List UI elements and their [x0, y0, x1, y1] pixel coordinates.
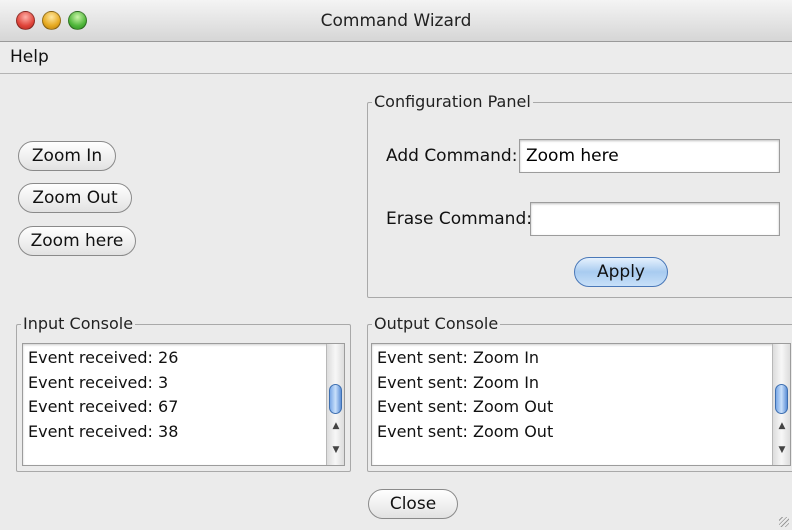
input-console-lines: Event received: 26 Event received: 3 Eve…	[28, 346, 178, 444]
scroll-up-arrow-icon[interactable]: ▲	[776, 421, 788, 431]
add-command-field[interactable]	[519, 139, 780, 173]
input-console-scrollbar[interactable]: ▲ ▼	[326, 344, 344, 465]
erase-command-label: Erase Command:	[386, 209, 532, 229]
apply-button[interactable]: Apply	[574, 257, 668, 287]
scroll-thumb[interactable]	[329, 384, 342, 414]
input-console-group: Input Console Event received: 26 Event r…	[16, 314, 351, 472]
output-console[interactable]: Event sent: Zoom In Event sent: Zoom In …	[371, 343, 791, 466]
console-line: Event received: 67	[28, 397, 179, 416]
title-bar[interactable]: Command Wizard	[0, 0, 792, 42]
output-console-title: Output Console	[372, 314, 501, 333]
output-console-lines: Event sent: Zoom In Event sent: Zoom In …	[377, 346, 553, 444]
input-console-title: Input Console	[21, 314, 136, 333]
menu-bar: Help	[0, 42, 792, 74]
scroll-down-arrow-icon[interactable]: ▼	[776, 445, 788, 455]
zoom-out-button[interactable]: Zoom Out	[18, 183, 132, 213]
console-line: Event sent: Zoom Out	[377, 397, 554, 416]
console-line: Event received: 38	[28, 421, 179, 441]
close-button[interactable]: Close	[368, 489, 458, 519]
input-console[interactable]: Event received: 26 Event received: 3 Eve…	[22, 343, 345, 466]
add-command-label: Add Command:	[386, 146, 518, 166]
output-console-scrollbar[interactable]: ▲ ▼	[772, 344, 790, 465]
console-line: Event received: 26	[28, 348, 179, 367]
scroll-thumb[interactable]	[775, 384, 788, 414]
output-console-group: Output Console Event sent: Zoom In Event…	[367, 314, 792, 472]
window-title: Command Wizard	[320, 11, 472, 31]
console-line: Event sent: Zoom In	[377, 372, 540, 392]
scroll-up-arrow-icon[interactable]: ▲	[330, 421, 342, 431]
resize-grip-icon[interactable]	[779, 517, 789, 527]
scroll-down-arrow-icon[interactable]: ▼	[330, 445, 342, 455]
console-line: Event sent: Zoom Out	[377, 421, 554, 441]
configuration-panel-title: Configuration Panel	[372, 92, 533, 111]
zoom-in-button[interactable]: Zoom In	[18, 141, 116, 171]
menu-help[interactable]: Help	[10, 47, 49, 67]
erase-command-field[interactable]	[530, 202, 780, 236]
console-line: Event sent: Zoom In	[377, 348, 540, 367]
console-line: Event received: 3	[28, 372, 169, 392]
zoom-here-button[interactable]: Zoom here	[18, 226, 136, 256]
configuration-panel: Configuration Panel Add Command: Erase C…	[367, 92, 792, 298]
